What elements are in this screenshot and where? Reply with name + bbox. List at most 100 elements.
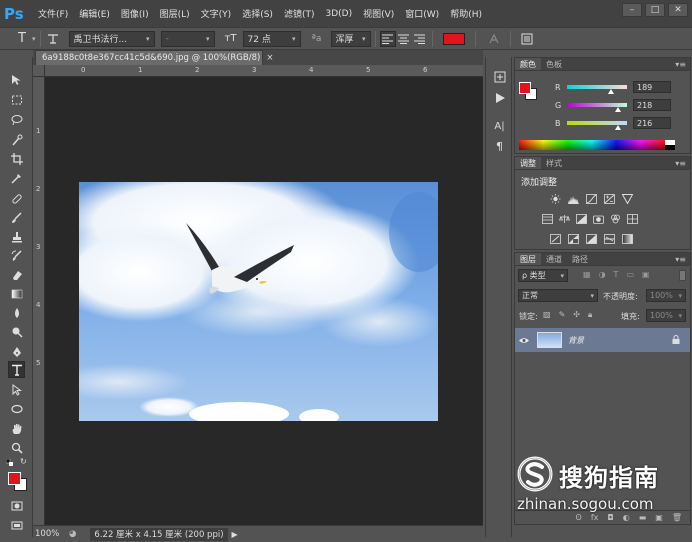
tab-styles[interactable]: 样式	[541, 157, 567, 169]
zoom-level[interactable]: 100%	[33, 529, 63, 539]
hand-tool-icon[interactable]	[8, 420, 25, 437]
align-center-icon[interactable]	[396, 31, 412, 47]
layer-kind-filter[interactable]: ρ 类型 ▾	[518, 269, 568, 282]
red-thumb[interactable]	[608, 89, 615, 94]
eraser-tool-icon[interactable]	[8, 266, 25, 283]
green-thumb[interactable]	[615, 107, 621, 112]
panel-menu-icon[interactable]: ▾≡	[675, 255, 686, 264]
pen-tool-icon[interactable]	[8, 343, 25, 360]
color-spectrum-bar[interactable]	[519, 140, 665, 150]
red-track[interactable]	[567, 85, 627, 94]
tab-swatches[interactable]: 色板	[541, 58, 567, 70]
foreground-color-swatch[interactable]	[8, 472, 21, 485]
text-orientation-icon[interactable]	[45, 31, 61, 47]
type-tool-icon[interactable]	[8, 361, 25, 378]
align-right-icon[interactable]	[412, 31, 428, 47]
ruler-origin[interactable]	[33, 65, 45, 77]
menu-window[interactable]: 窗口(W)	[405, 7, 439, 20]
visibility-eye-icon[interactable]	[515, 337, 533, 344]
font-family-select[interactable]: 禹卫书法行... ▾	[68, 30, 155, 47]
screen-mode-icon[interactable]	[8, 517, 25, 534]
color-balance-icon[interactable]	[558, 213, 570, 224]
filter-toggle-switch[interactable]	[679, 270, 686, 281]
hue-saturation-icon[interactable]	[541, 213, 553, 224]
antialias-select[interactable]: 浑厚 ▾	[330, 30, 371, 47]
lock-transparent-icon[interactable]: ▨	[543, 310, 551, 320]
menu-view[interactable]: 视图(V)	[363, 7, 394, 20]
channel-mixer-icon[interactable]	[609, 213, 621, 224]
menu-type[interactable]: 文字(Y)	[201, 7, 232, 20]
document-tab[interactable]: 6a9188c0t8e367cc41c5d&690.jpg @ 100%(RGB…	[35, 50, 273, 65]
tab-adjustments[interactable]: 调整	[515, 157, 541, 169]
foreground-color-swatch[interactable]	[519, 82, 531, 94]
posterize-icon[interactable]	[567, 233, 579, 244]
type-tool-preset-icon[interactable]: T	[14, 31, 30, 47]
blend-mode-select[interactable]: 正常 ▾	[518, 289, 598, 302]
invert-icon[interactable]	[549, 233, 561, 244]
green-value-field[interactable]: 218	[633, 99, 671, 111]
dodge-tool-icon[interactable]	[8, 323, 25, 340]
blue-slider[interactable]: B 216	[555, 116, 687, 130]
close-button[interactable]: ✕	[668, 3, 688, 17]
color-lookup-icon[interactable]	[626, 213, 638, 224]
menu-select[interactable]: 选择(S)	[242, 7, 273, 20]
exposure-icon[interactable]	[603, 193, 615, 204]
character-panel-icon[interactable]	[519, 31, 535, 47]
menu-help[interactable]: 帮助(H)	[450, 7, 482, 20]
filter-type-icon[interactable]: T	[614, 270, 619, 279]
menu-layer[interactable]: 图层(L)	[160, 7, 190, 20]
opacity-field[interactable]: 100% ▾	[646, 289, 686, 302]
gradient-tool-icon[interactable]	[8, 285, 25, 302]
red-value-field[interactable]: 189	[633, 81, 671, 93]
blue-value-field[interactable]: 216	[633, 117, 671, 129]
font-size-select[interactable]: 72 点 ▾	[242, 30, 301, 47]
crop-tool-icon[interactable]	[8, 150, 25, 167]
blue-track[interactable]	[567, 121, 627, 130]
menu-image[interactable]: 图像(I)	[121, 7, 149, 20]
default-colors-icon[interactable]	[5, 458, 14, 467]
marquee-tool-icon[interactable]	[8, 91, 25, 108]
blue-thumb[interactable]	[615, 125, 621, 130]
character-panel-icon[interactable]: A|	[492, 119, 507, 134]
vertical-ruler[interactable]: 1 2 3 4 5	[33, 77, 45, 525]
actions-panel-icon[interactable]	[492, 90, 507, 105]
path-selection-tool-icon[interactable]	[8, 381, 25, 398]
lasso-tool-icon[interactable]	[8, 111, 25, 128]
history-brush-tool-icon[interactable]	[8, 247, 25, 264]
lock-image-icon[interactable]: ✎	[559, 310, 566, 320]
photo-filter-icon[interactable]	[592, 213, 604, 224]
panel-menu-icon[interactable]: ▾≡	[675, 60, 686, 69]
tab-layers[interactable]: 图层	[515, 253, 541, 265]
chevron-down-icon[interactable]: ▾	[32, 35, 36, 43]
filter-pixel-icon[interactable]: ▦	[583, 270, 591, 279]
photo-canvas[interactable]	[79, 182, 438, 421]
blur-tool-icon[interactable]	[8, 304, 25, 321]
tab-color[interactable]: 颜色	[515, 58, 541, 70]
text-color-swatch[interactable]	[442, 32, 465, 45]
font-style-select[interactable]: - ▾	[160, 30, 215, 47]
play-arrow-icon[interactable]: ▶	[232, 530, 238, 539]
tab-paths[interactable]: 路径	[567, 253, 593, 265]
panel-menu-icon[interactable]: ▾≡	[675, 159, 686, 168]
green-track[interactable]	[567, 103, 627, 112]
zoom-tool-icon[interactable]	[8, 439, 25, 456]
paragraph-panel-icon[interactable]: ¶	[492, 139, 507, 154]
quick-selection-tool-icon[interactable]	[8, 131, 25, 148]
vibrance-icon[interactable]	[621, 193, 633, 204]
menu-3d[interactable]: 3D(D)	[325, 9, 352, 19]
align-left-icon[interactable]	[379, 30, 396, 47]
menu-edit[interactable]: 编辑(E)	[79, 7, 110, 20]
levels-icon[interactable]	[567, 193, 579, 204]
clone-stamp-tool-icon[interactable]	[8, 228, 25, 245]
healing-brush-tool-icon[interactable]	[8, 190, 25, 207]
black-white-icon[interactable]	[575, 213, 587, 224]
horizontal-ruler[interactable]: 0 1 2 3 4 5 6	[45, 65, 483, 77]
brush-tool-icon[interactable]	[8, 209, 25, 226]
black-white-swatch[interactable]	[665, 140, 675, 150]
move-tool-icon[interactable]	[8, 71, 25, 88]
green-slider[interactable]: G 218	[555, 98, 687, 112]
layer-row-background[interactable]: 背景	[515, 328, 690, 352]
ellipse-tool-icon[interactable]	[8, 400, 25, 417]
layer-name[interactable]: 背景	[568, 335, 584, 346]
menu-filter[interactable]: 滤镜(T)	[284, 7, 315, 20]
